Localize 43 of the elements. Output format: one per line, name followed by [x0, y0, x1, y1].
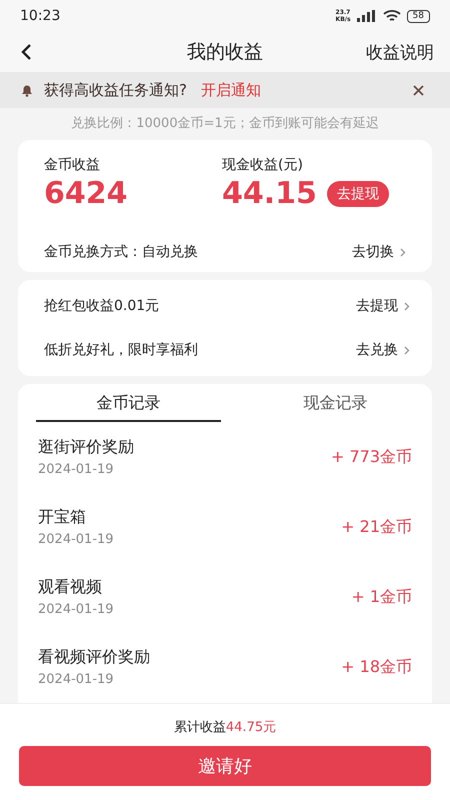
record-tab[interactable]: 金币记录 — [36, 386, 221, 422]
status-time: 10:23 — [20, 8, 60, 24]
signal-icon — [356, 10, 377, 22]
offer-link[interactable]: 去提现 — [356, 297, 410, 315]
bell-icon — [20, 83, 34, 97]
withdraw-button[interactable]: 去提现 — [326, 181, 389, 207]
record-date: 2024-01-19 — [38, 672, 115, 687]
coin-earnings-value: 6424 — [44, 175, 128, 213]
record-date: 2024-01-19 — [38, 602, 114, 617]
offer-text: 抢红包收益0.01元 — [44, 297, 160, 315]
record-tab[interactable]: 现金记录 — [243, 386, 428, 422]
page-title: 我的收益 — [187, 40, 263, 65]
total-earnings: 累计收益44.75元 — [174, 719, 276, 736]
exchange-ratio-note: 兑换比例：10000金币=1元；金币到账可能会有延迟 — [70, 115, 380, 133]
record-amount: + 1金币 — [351, 586, 412, 608]
notice-text: 获得高收益任务通知? — [44, 80, 187, 100]
enable-notification-link[interactable]: 开启通知 — [200, 80, 261, 100]
exchange-mode-text: 金币兑换方式：自动兑换 — [44, 243, 198, 261]
record-title: 开宝箱 — [38, 507, 87, 528]
invite-button[interactable]: 邀请好 — [19, 746, 431, 786]
back-icon[interactable] — [20, 43, 32, 61]
offer-link[interactable]: 去兑换 — [356, 341, 410, 359]
record-title: 观看视频 — [38, 577, 103, 598]
record-title: 看视频评价奖励 — [38, 647, 150, 668]
battery-indicator: 58 — [406, 10, 430, 22]
coin-earnings-label: 金币收益 — [44, 156, 101, 174]
chevron-icon — [404, 346, 410, 354]
cash-earnings-value: 44.15 — [222, 175, 317, 213]
wifi-icon — [382, 10, 401, 22]
record-amount: + 18金币 — [341, 656, 412, 678]
earnings-info-link[interactable]: 收益说明 — [366, 40, 434, 64]
record-amount: + 21金币 — [341, 516, 412, 538]
record-date: 2024-01-19 — [38, 462, 115, 477]
chevron-icon — [400, 248, 406, 256]
cash-earnings-label: 现金收益(元) — [222, 156, 304, 174]
close-icon[interactable] — [413, 84, 424, 96]
chevron-icon — [404, 302, 410, 310]
exchange-mode-row[interactable]: 金币兑换方式：自动兑换 去切换 — [44, 232, 406, 272]
offer-text: 低折兑好礼，限时享福利 — [44, 341, 198, 359]
record-title: 逛街评价奖励 — [38, 437, 134, 458]
record-amount: + 773金币 — [330, 446, 412, 468]
record-date: 2024-01-19 — [38, 532, 114, 547]
switch-link[interactable]: 去切换 — [352, 243, 406, 261]
